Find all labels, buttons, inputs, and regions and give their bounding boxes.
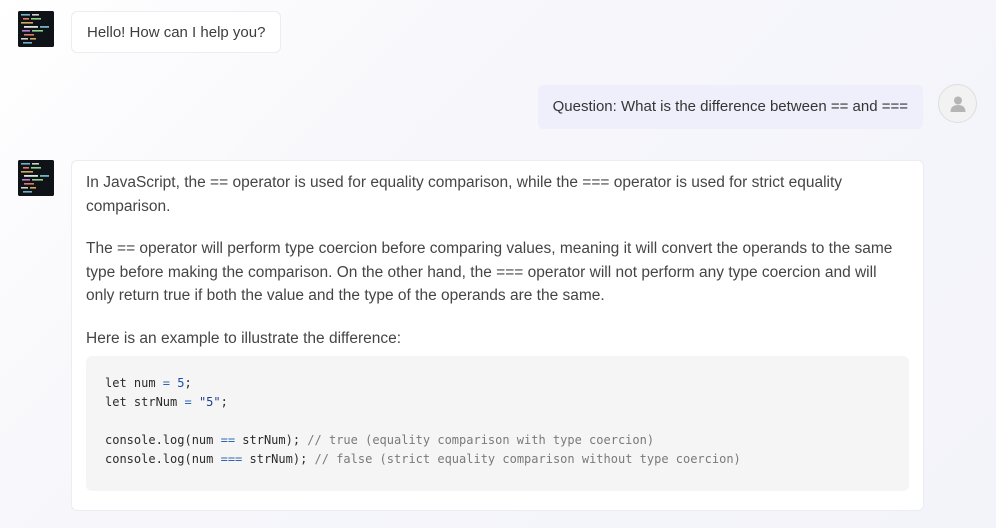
bot-answer-bubble: In JavaScript, the == operator is used f… [71, 160, 924, 511]
chat-page: Hello! How can I help you? Question: Wha… [0, 0, 996, 528]
bot-greeting-text: Hello! How can I help you? [87, 24, 266, 41]
code-line: console.log(num == strNum); // true (equ… [105, 433, 655, 447]
answer-paragraph: In JavaScript, the == operator is used f… [86, 174, 843, 215]
code-line: console.log(num === strNum); // false (s… [105, 452, 741, 466]
answer-paragraph: The == operator will perform type coerci… [86, 240, 893, 304]
bot-greeting-bubble: Hello! How can I help you? [71, 11, 282, 53]
bot-avatar-icon [18, 11, 54, 47]
code-block[interactable]: let num = 5; let strNum = "5"; console.log… [86, 356, 909, 491]
code-line: let strNum = "5"; [105, 395, 228, 409]
user-avatar-icon [938, 84, 977, 123]
code-line: let num = 5; [105, 376, 192, 390]
user-message-text: Question: What is the difference between… [552, 98, 908, 115]
bot-avatar-icon [18, 160, 54, 196]
user-message-bubble: Question: What is the difference between… [537, 85, 923, 129]
answer-paragraph: Here is an example to illustrate the dif… [86, 329, 402, 347]
